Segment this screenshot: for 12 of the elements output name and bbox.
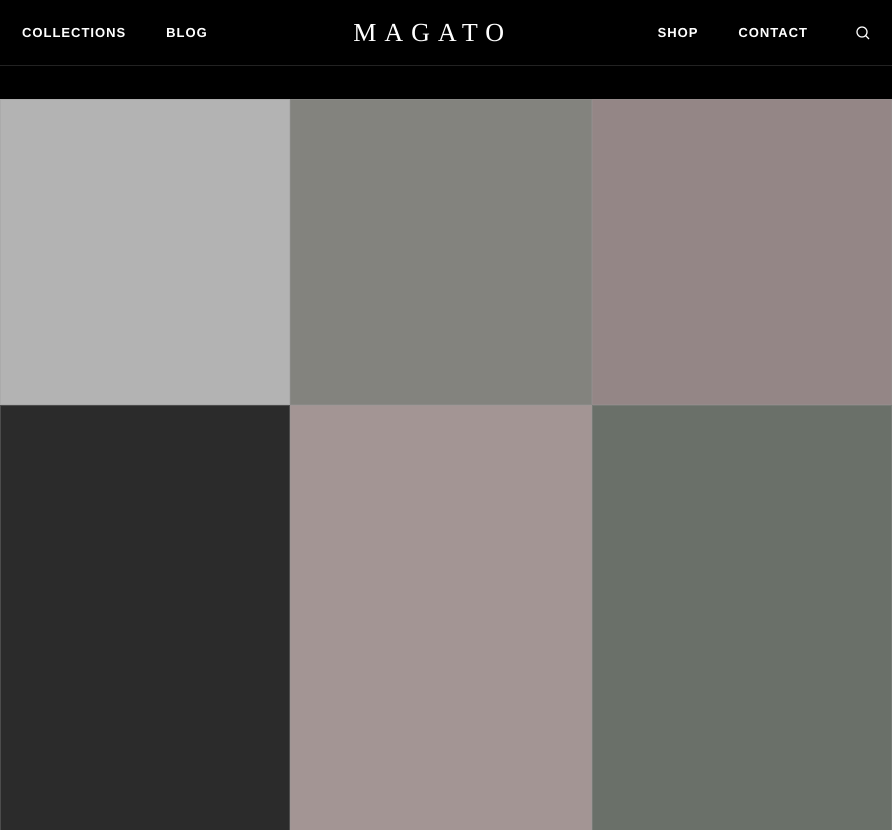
collection-tile[interactable] xyxy=(592,405,892,830)
collection-tile[interactable] xyxy=(0,405,290,830)
nav-link[interactable]: SHOP xyxy=(658,22,698,42)
logo[interactable]: MAGATO xyxy=(353,13,512,52)
collection-tile[interactable] xyxy=(290,99,592,405)
search-icon[interactable] xyxy=(856,26,870,40)
collection-tile[interactable] xyxy=(0,99,290,405)
collection-tile[interactable] xyxy=(592,99,892,405)
collection-tile[interactable] xyxy=(290,405,592,830)
nav-link[interactable]: BLOG xyxy=(166,22,208,42)
nav-link[interactable]: COLLECTIONS xyxy=(22,22,126,42)
nav-link[interactable]: CONTACT xyxy=(738,22,808,42)
